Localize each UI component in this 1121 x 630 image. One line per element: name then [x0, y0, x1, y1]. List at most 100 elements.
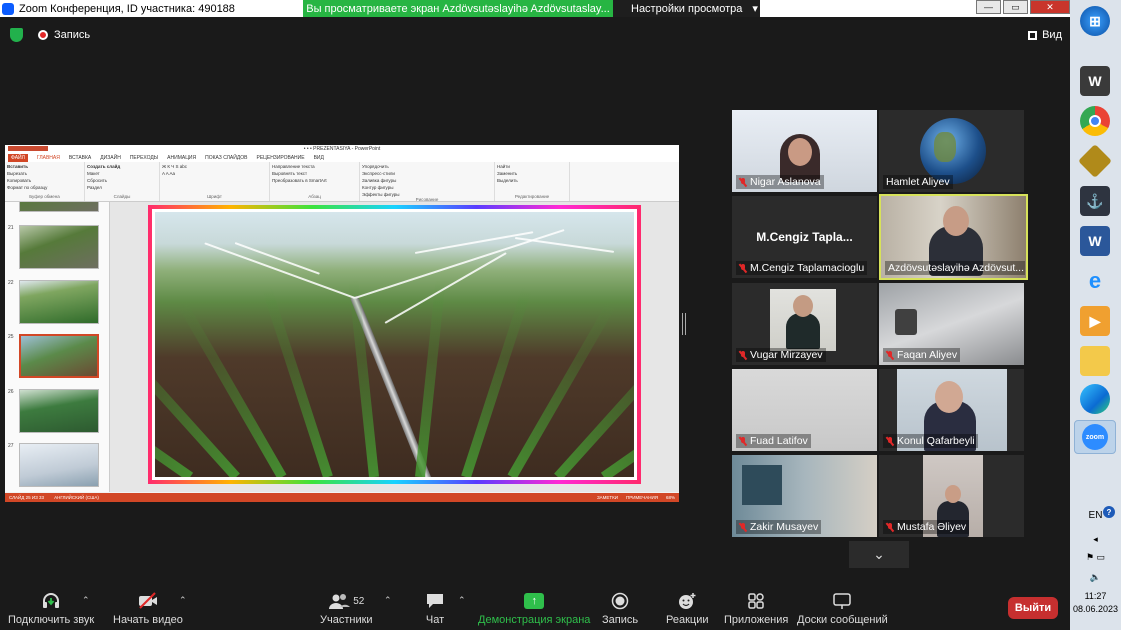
participants-button[interactable]: 52 Участники: [320, 592, 373, 626]
ppt-ribbon-item[interactable]: Контур фигуры: [362, 185, 492, 190]
meeting-top-bar: Запись Вид: [0, 22, 1070, 48]
video-options-caret[interactable]: ⌃: [179, 595, 187, 606]
ppt-ribbon-item[interactable]: Заливка фигуры: [362, 178, 492, 183]
ppt-tab[interactable]: ГЛАВНАЯ: [37, 155, 60, 161]
ppt-ribbon-item[interactable]: Найти: [497, 164, 567, 169]
close-button[interactable]: ✕: [1030, 0, 1070, 14]
maximize-button[interactable]: ▭: [1003, 0, 1028, 14]
participant-tile[interactable]: Fuad Latifov: [732, 369, 877, 451]
ppt-ribbon-item[interactable]: Формат по образцу: [7, 185, 82, 190]
ppt-notes-button[interactable]: ЗАМЕТКИ: [597, 495, 618, 500]
participant-tile[interactable]: Konul Qafarbeyli: [879, 369, 1024, 451]
ppt-ribbon-item[interactable]: Заменить: [497, 171, 567, 176]
volume-icon[interactable]: 🔈: [1070, 572, 1121, 583]
chat-button[interactable]: Чат: [425, 592, 445, 626]
participant-tile[interactable]: Mustafa Əliyev: [879, 455, 1024, 537]
participant-tile[interactable]: Nigar Aslanova: [732, 110, 877, 192]
participant-tile[interactable]: Zakir Musayev: [732, 455, 877, 537]
participant-tile[interactable]: Vugar Mirzayev: [732, 283, 877, 365]
crop-row: [348, 278, 379, 477]
game-icon[interactable]: [1078, 144, 1112, 178]
chat-options-caret[interactable]: ⌃: [458, 595, 466, 606]
reactions-button[interactable]: Реакции: [666, 592, 709, 626]
whiteboards-button[interactable]: Доски сообщений: [797, 592, 888, 626]
ppt-ribbon-item[interactable]: Упорядочить: [362, 164, 492, 169]
security-shield-icon[interactable]: [10, 28, 23, 42]
ppt-ribbon-item[interactable]: Сбросить: [87, 178, 157, 183]
clock-time[interactable]: 11:27: [1070, 591, 1121, 601]
ppt-tab[interactable]: ДИЗАЙН: [100, 155, 121, 161]
ppt-tab[interactable]: ПОКАЗ СЛАЙДОВ: [205, 155, 247, 161]
shared-screen-powerpoint[interactable]: • • • PREZENTASIYA - PowerPoint ФАЙЛ ГЛАВ…: [5, 145, 679, 502]
ppt-ribbon-item[interactable]: Направление текста: [272, 164, 357, 169]
ppt-ribbon-item[interactable]: Преобразовать в SmartArt: [272, 178, 357, 183]
windows-start-icon[interactable]: ⊞: [1080, 6, 1110, 36]
video-off-icon: [137, 592, 159, 610]
apps-button[interactable]: Приложения: [724, 592, 788, 626]
participant-tile[interactable]: Faqan Aliyev: [879, 283, 1024, 365]
reactions-label: Реакции: [666, 614, 709, 626]
ppt-ribbon-item[interactable]: Копировать: [7, 178, 82, 183]
person-face: [943, 206, 969, 236]
file-explorer-icon[interactable]: [1080, 346, 1110, 376]
ppt-tab[interactable]: АНИМАЦИЯ: [167, 155, 196, 161]
participant-tile[interactable]: Hamlet Aliyev: [879, 110, 1024, 192]
edge-icon[interactable]: [1080, 384, 1110, 414]
participant-tile[interactable]: M.Cengiz Tapla... M.Cengiz Taplamacioglu: [732, 196, 877, 278]
start-video-button[interactable]: Начать видео: [113, 592, 183, 626]
ppt-tab[interactable]: РЕЦЕНЗИРОВАНИЕ: [256, 155, 304, 161]
record-button[interactable]: Запись: [602, 592, 638, 626]
ppt-ribbon-main-button[interactable]: Создать слайд: [87, 164, 157, 169]
ppt-ribbon-items: Упорядочить Экспресс-стили Заливка фигуры К…: [362, 164, 492, 197]
participant-name: Faqan Aliyev: [883, 348, 961, 362]
word-icon[interactable]: W: [1080, 226, 1110, 256]
ppt-ribbon-item[interactable]: Экспресс-стили: [362, 171, 492, 176]
ppt-tab[interactable]: ВСТАВКА: [69, 155, 91, 161]
ppt-ribbon-tabs: ФАЙЛ ГЛАВНАЯ ВСТАВКА ДИЗАЙН ПЕРЕХОДЫ АНИМАЦИЯ…: [5, 153, 679, 162]
ppt-tab[interactable]: ВИД: [314, 155, 324, 161]
water-spray: [514, 237, 615, 253]
world-of-warships-icon[interactable]: ⚓: [1080, 186, 1110, 216]
ppt-ribbon-item[interactable]: Вырезать: [7, 171, 82, 176]
ppt-ribbon-items: Вставить Вырезать Копировать Формат по обра…: [7, 164, 82, 190]
ppt-ribbon-item[interactable]: Раздел: [87, 185, 157, 190]
chat-bubble-icon: [425, 592, 445, 610]
slide-thumb-row: 27: [8, 443, 99, 487]
tray-expand-icon[interactable]: ◂: [1070, 534, 1121, 545]
help-icon[interactable]: ?: [1103, 506, 1115, 518]
ppt-ribbon-item[interactable]: Ж К Ч S abc: [162, 164, 267, 169]
participant-tile-active-speaker[interactable]: Azdövsutəslayihə Azdövsut...: [879, 194, 1028, 280]
ppt-comments-button[interactable]: ПРИМЕЧАНИЯ: [626, 495, 658, 500]
screen-share-banner: Вы просматриваете экран Azdövsutəslayihə…: [303, 0, 613, 17]
leave-meeting-button[interactable]: Выйти: [1008, 597, 1058, 619]
view-options-button[interactable]: Настройки просмотра ▾: [613, 0, 760, 17]
ppt-ribbon-item[interactable]: Выделить: [497, 178, 567, 183]
panel-splitter-handle[interactable]: [682, 313, 686, 335]
view-button[interactable]: Вид: [1028, 29, 1062, 41]
ppt-ribbon-item[interactable]: Выровнять текст: [272, 171, 357, 176]
world-of-tanks-icon[interactable]: W: [1080, 66, 1110, 96]
ppt-tab[interactable]: ПЕРЕХОДЫ: [130, 155, 158, 161]
chevron-down-icon: ⌄: [873, 546, 885, 562]
media-player-icon[interactable]: ▶: [1080, 306, 1110, 336]
participant-name-text: Nigar Aslanova: [750, 176, 821, 188]
minimize-button[interactable]: —: [976, 0, 1001, 14]
ppt-zoom-level[interactable]: 68%: [666, 495, 675, 500]
slide-number: 21: [8, 225, 14, 231]
ppt-ribbon-items: Направление текста Выровнять текст Преобра…: [272, 164, 357, 183]
gallery-scroll-down-button[interactable]: ⌄: [849, 541, 909, 568]
internet-explorer-icon[interactable]: e: [1080, 266, 1110, 296]
participants-options-caret[interactable]: ⌃: [384, 595, 392, 606]
clock-date[interactable]: 08.06.2023: [1070, 604, 1121, 614]
slide-thumbnail: [19, 280, 99, 324]
recording-indicator[interactable]: Запись: [38, 29, 90, 41]
ppt-tab[interactable]: ФАЙЛ: [8, 153, 28, 162]
audio-options-caret[interactable]: ⌃: [82, 595, 90, 606]
chrome-icon[interactable]: [1080, 106, 1110, 136]
ppt-ribbon-item[interactable]: A A Aa: [162, 171, 267, 176]
ppt-ribbon-main-button[interactable]: Вставить: [7, 164, 82, 169]
tray-flag-network-icons[interactable]: ⚑ ▭: [1070, 552, 1121, 563]
share-screen-button[interactable]: ↑ Демонстрация экрана: [478, 592, 590, 626]
zoom-taskbar-button[interactable]: zoom: [1074, 420, 1116, 454]
ppt-ribbon-item[interactable]: Макет: [87, 171, 157, 176]
